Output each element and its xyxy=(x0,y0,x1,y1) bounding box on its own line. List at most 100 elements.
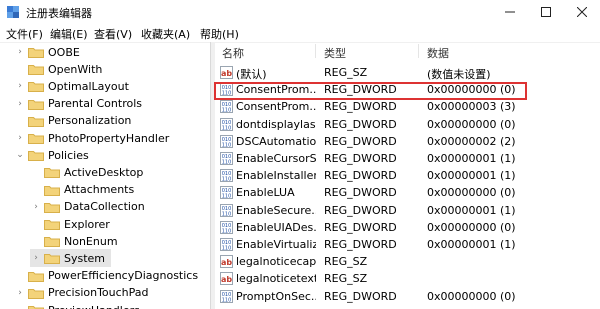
tree-node[interactable]: Personalization xyxy=(14,112,137,130)
title-bar: 注册表编辑器 xyxy=(0,0,600,24)
tree-node[interactable]: › OptimalLayout xyxy=(14,77,135,95)
value-data: 0x00000000 (0) xyxy=(427,289,516,303)
window-title: 注册表编辑器 xyxy=(26,7,92,20)
value-type: REG_SZ xyxy=(324,272,368,286)
chevron-right-icon[interactable]: › xyxy=(14,47,26,57)
tree-node-label: PowerEfficiencyDiagnostics xyxy=(48,269,199,283)
chevron-right-icon[interactable]: › xyxy=(14,99,26,109)
svg-text:110: 110 xyxy=(222,142,232,148)
menu-view[interactable]: 查看(V) xyxy=(94,26,132,42)
chevron-right-icon[interactable]: › xyxy=(30,202,42,212)
value-data: 0x00000001 (1) xyxy=(427,152,516,165)
chevron-right-icon[interactable]: › xyxy=(14,133,26,143)
binary-value-icon: 010110 xyxy=(220,100,233,114)
tree-node[interactable]: Attachments xyxy=(30,181,140,199)
key-tree[interactable]: › OOBE OpenWith › OptimalLayout › Parental Con… xyxy=(0,42,210,309)
close-button[interactable] xyxy=(564,0,600,24)
svg-text:110: 110 xyxy=(222,228,232,234)
value-row[interactable]: 010 110 EnableUIADes... REG_DWORD 0x00000000… xyxy=(214,219,600,236)
tree-node[interactable]: ActiveDesktop xyxy=(30,163,149,181)
svg-text:ab: ab xyxy=(221,258,232,267)
tree-node[interactable]: › PhotoPropertyHandler xyxy=(14,129,175,147)
value-type: REG_DWORD xyxy=(324,203,397,217)
svg-text:110: 110 xyxy=(222,125,232,131)
column-data-header[interactable]: 数据 xyxy=(427,45,449,61)
menu-help[interactable]: 帮助(H) xyxy=(200,26,239,42)
binary-value-icon: 010110 xyxy=(220,220,233,234)
registry-editor-icon xyxy=(7,6,19,18)
chevron-right-icon[interactable]: › xyxy=(14,81,26,91)
string-value-icon: ab xyxy=(220,255,233,269)
minimize-icon xyxy=(505,11,515,13)
tree-node[interactable]: NonEnum xyxy=(30,232,124,250)
column-type-header[interactable]: 类型 xyxy=(324,45,346,61)
folder-icon xyxy=(44,185,60,196)
value-data: 0x00000000 (0) xyxy=(427,220,516,234)
folder-icon xyxy=(44,254,60,265)
value-name: (默认) xyxy=(236,68,267,81)
value-row[interactable]: 010 110 EnableSecure... REG_DWORD 0x00000001… xyxy=(214,202,600,219)
tree-node[interactable]: OpenWith xyxy=(14,60,108,78)
value-row[interactable]: ab (默认) REG_SZ (数值未设置) xyxy=(214,64,600,81)
maximize-button[interactable] xyxy=(528,0,564,24)
value-row[interactable]: 010110EnableCursorS... REG_DWORD 0x0000000… xyxy=(214,150,600,167)
value-name: EnableSecure... xyxy=(236,203,316,217)
value-type: REG_DWORD xyxy=(324,289,397,303)
value-data: 0x00000001 (1) xyxy=(427,203,516,217)
tree-node-label: OOBE xyxy=(48,45,80,59)
value-row[interactable]: ab legalnoticetext REG_SZ xyxy=(214,270,600,287)
svg-text:110: 110 xyxy=(222,108,232,114)
value-row[interactable]: 010110DSCAutomatio... REG_DWORD 0x00000002… xyxy=(214,133,600,150)
menu-edit[interactable]: 编辑(E) xyxy=(50,26,88,42)
folder-icon xyxy=(28,65,44,76)
close-icon xyxy=(577,7,587,17)
value-row[interactable]: 010110EnableVirtualiz... REG_DWORD 0x00000… xyxy=(214,236,600,253)
tree-node-label: PhotoPropertyHandler xyxy=(48,131,170,145)
value-row[interactable]: 010 110 EnableLUA REG_DWORD 0x00000000 (0) xyxy=(214,184,600,201)
column-name-header[interactable]: 名称 xyxy=(222,45,244,61)
tree-node[interactable]: PreviewHandlers xyxy=(14,301,146,309)
tree-node-label: NonEnum xyxy=(64,234,118,248)
value-data: 0x00000000 (0) xyxy=(427,117,516,131)
tree-node[interactable]: ⌄ Policies xyxy=(14,146,95,164)
menu-file[interactable]: 文件(F) xyxy=(6,26,43,42)
column-divider[interactable] xyxy=(418,44,419,58)
value-name: EnableCursorS... xyxy=(236,152,316,165)
svg-text:110: 110 xyxy=(222,246,232,252)
value-row[interactable]: 010 110 ConsentProm... REG_DWORD 0x00000003 … xyxy=(214,98,600,115)
value-type: REG_DWORD xyxy=(324,220,397,234)
value-name: EnableUIADes... xyxy=(236,220,316,234)
tree-node[interactable]: › System xyxy=(30,249,112,268)
menu-bar: 文件(F) 编辑(E) 查看(V) 收藏夹(A) 帮助(H) xyxy=(0,24,600,43)
string-value-icon: ab xyxy=(220,66,233,79)
tree-node[interactable]: PowerEfficiencyDiagnostics xyxy=(14,267,204,285)
tree-node[interactable]: › Parental Controls xyxy=(14,95,148,113)
tree-node[interactable]: › DataCollection xyxy=(30,198,151,216)
value-row[interactable]: 010110dontdisplaylas... REG_DWORD 0x000000… xyxy=(214,116,600,133)
folder-icon xyxy=(28,288,44,299)
value-type: REG_DWORD xyxy=(324,169,397,183)
chevron-right-icon[interactable]: › xyxy=(30,253,42,263)
svg-text:ab: ab xyxy=(221,275,232,284)
value-data: 0x00000002 (2) xyxy=(427,134,516,148)
tree-node[interactable]: Explorer xyxy=(30,215,116,233)
value-name: DSCAutomatio... xyxy=(236,134,316,148)
menu-favorites[interactable]: 收藏夹(A) xyxy=(141,26,190,42)
tree-node-label: DataCollection xyxy=(64,200,145,214)
tree-node[interactable]: › PrecisionTouchPad xyxy=(14,284,155,302)
value-row[interactable]: 010110EnableInstaller... REG_DWORD 0x00000… xyxy=(214,167,600,184)
chevron-down-icon[interactable]: ⌄ xyxy=(14,150,26,160)
tree-node-label: Parental Controls xyxy=(48,97,142,111)
value-name: legalnoticetext xyxy=(236,272,316,286)
tree-node[interactable]: › OOBE xyxy=(14,43,86,61)
value-name: EnableInstaller... xyxy=(236,169,316,183)
value-row[interactable]: 010 110 PromptOnSec... REG_DWORD 0x00000000 … xyxy=(214,288,600,305)
svg-text:110: 110 xyxy=(222,160,232,166)
tree-node-label: OptimalLayout xyxy=(48,79,129,93)
minimize-button[interactable] xyxy=(492,0,528,24)
column-divider[interactable] xyxy=(315,44,316,58)
value-row[interactable]: ab legalnoticecap... REG_SZ xyxy=(214,253,600,270)
chevron-right-icon[interactable]: › xyxy=(14,288,26,298)
folder-icon xyxy=(44,202,60,213)
folder-icon xyxy=(44,168,60,179)
